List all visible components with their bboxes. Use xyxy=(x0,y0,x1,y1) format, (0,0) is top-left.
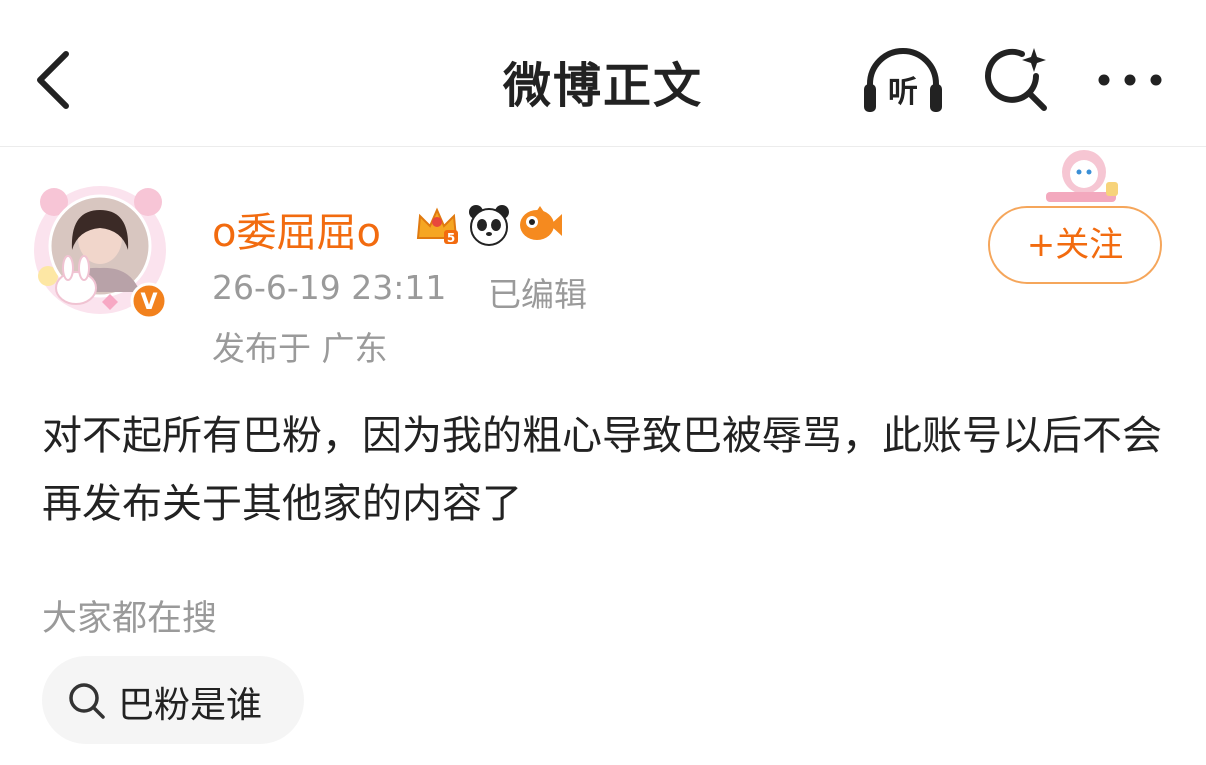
author-avatar[interactable]: V xyxy=(30,180,176,320)
more-dots-icon xyxy=(1098,74,1162,86)
edited-label[interactable]: 已编辑 xyxy=(488,268,587,316)
post-content: 对不起所有巴粉，因为我的粗心导致巴被辱骂，此账号以后不会再发布关于其他家的内容了 xyxy=(42,413,1162,527)
listen-button[interactable]: 听 xyxy=(860,44,946,116)
panda-badge-icon xyxy=(469,205,509,246)
more-options-button[interactable] xyxy=(1094,62,1166,98)
trending-searches-heading: 大家都在搜 xyxy=(42,599,218,639)
trending-search-label: 巴粉是谁 xyxy=(118,685,263,726)
post-location: 发布于 广东 xyxy=(212,329,388,368)
decorative-sticker-icon xyxy=(1046,150,1118,202)
search-icon xyxy=(69,683,105,719)
fish-badge-icon xyxy=(520,206,562,240)
follow-button[interactable]: +关注 xyxy=(988,206,1162,284)
search-sparkle-icon xyxy=(985,48,1047,111)
trending-search-chip[interactable]: 巴粉是谁 xyxy=(42,656,304,744)
crown-level-badge-icon: 5 xyxy=(416,207,458,245)
author-name[interactable]: o委屈屈o xyxy=(212,200,381,258)
verified-badge-icon: V xyxy=(130,282,168,320)
headphones-icon: 听 xyxy=(864,48,942,112)
top-navigation-bar: 微博正文 听 xyxy=(0,0,1206,147)
level-number: 5 xyxy=(447,231,455,245)
search-button[interactable] xyxy=(982,46,1052,116)
post-timestamp: 26-6-19 23:11 xyxy=(212,268,447,307)
verified-mark: V xyxy=(140,290,157,315)
listen-label: 听 xyxy=(888,75,918,110)
